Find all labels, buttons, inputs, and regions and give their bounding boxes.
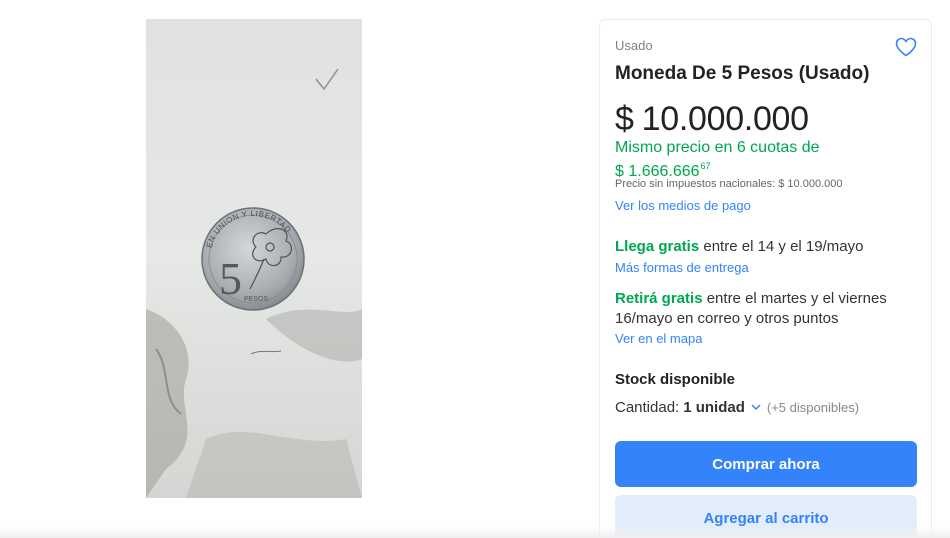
- payment-methods-link[interactable]: Ver los medios de pago: [615, 198, 751, 213]
- installments-text: Mismo precio en 6 cuotas de: [615, 139, 820, 156]
- free-pickup-label: Retirá gratis: [615, 290, 703, 307]
- price-currency: $: [615, 100, 634, 138]
- heart-outline-icon: [895, 37, 917, 57]
- tax-note: Precio sin impuestos nacionales: $ 10.00…: [615, 178, 843, 190]
- available-count: (+5 disponibles): [766, 400, 860, 415]
- pickup-info: Retirá gratis entre el martes y el viern…: [615, 289, 915, 329]
- coin-image: EN UNION Y LIBERTAD 5 PESOS: [146, 19, 362, 498]
- quantity-selector[interactable]: 1 unidad: [683, 399, 767, 416]
- buy-box: Usado Moneda De 5 Pesos (Usado) $10.000.…: [599, 19, 932, 538]
- product-photo[interactable]: EN UNION Y LIBERTAD 5 PESOS: [146, 19, 362, 498]
- free-shipping-label: Llega gratis: [615, 238, 700, 255]
- bottom-shadow: [0, 526, 950, 538]
- installments-info: Mismo precio en 6 cuotas de $ 1.666.6666…: [615, 139, 820, 181]
- shipping-dates: entre el 14 y el 19/mayo: [699, 238, 864, 255]
- quantity-row: Cantidad: 1 unidad (+5 disponibles): [615, 399, 859, 416]
- view-map-link[interactable]: Ver en el mapa: [615, 331, 702, 346]
- price-amount: 10.000.000: [641, 100, 809, 138]
- coin-unit: PESOS: [244, 296, 268, 303]
- stock-title: Stock disponible: [615, 371, 736, 388]
- condition-label: Usado: [615, 38, 653, 53]
- quantity-value: 1 unidad: [683, 399, 745, 416]
- coin-denomination: 5: [219, 253, 242, 304]
- chevron-down-icon: [751, 404, 761, 411]
- shipping-info: Llega gratis entre el 14 y el 19/mayo: [615, 238, 863, 255]
- installments-cents: 67: [700, 161, 711, 171]
- coin: EN UNION Y LIBERTAD 5 PESOS: [201, 207, 305, 311]
- quantity-label: Cantidad:: [615, 399, 680, 416]
- buy-now-button[interactable]: Comprar ahora: [615, 441, 917, 487]
- favorite-button[interactable]: [894, 35, 918, 59]
- more-delivery-options-link[interactable]: Más formas de entrega: [615, 260, 749, 275]
- product-title: Moneda De 5 Pesos (Usado): [615, 63, 870, 84]
- price: $10.000.000: [615, 100, 809, 139]
